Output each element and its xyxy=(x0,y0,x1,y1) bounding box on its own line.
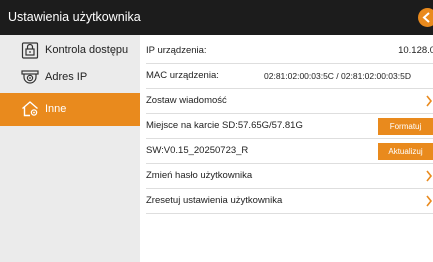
format-button[interactable]: Formatuj xyxy=(378,118,433,135)
sd-card-label: Miejsce na karcie SD:57.65G/57.81G xyxy=(146,120,303,131)
sidebar-item-label: Adres IP xyxy=(45,71,88,83)
camera-icon xyxy=(21,70,39,84)
device-mac-label: MAC urządzenia: xyxy=(146,70,219,81)
leave-message-label: Zostaw wiadomość xyxy=(146,95,227,106)
change-password-label: Zmień hasło użytkownika xyxy=(146,170,253,181)
reset-settings-label: Zresetuj ustawienia użytkownika xyxy=(146,195,283,206)
device-ip-row: IP urządzenia: 10.128.0.1 xyxy=(146,39,433,64)
leave-message-row[interactable]: Zostaw wiadomość xyxy=(146,89,433,114)
reset-settings-row[interactable]: Zresetuj ustawienia użytkownika xyxy=(146,189,433,214)
chevron-right-icon xyxy=(426,95,433,107)
sidebar-item-ip-address[interactable]: Adres IP xyxy=(0,64,140,91)
device-mac-row: MAC urządzenia: 02:81:02:00:03:5C / 02:8… xyxy=(146,64,433,89)
back-button[interactable] xyxy=(418,8,433,27)
update-button[interactable]: Aktualizuj xyxy=(378,143,433,160)
change-password-row[interactable]: Zmień hasło użytkownika xyxy=(146,164,433,189)
home-settings-icon xyxy=(22,101,38,117)
chevron-right-icon xyxy=(426,170,433,182)
page-title: Ustawienia użytkownika xyxy=(8,10,141,24)
sidebar-item-other[interactable]: Inne xyxy=(0,93,140,126)
access-control-icon xyxy=(21,42,39,59)
sidebar-item-label: Kontrola dostępu xyxy=(45,44,129,56)
sd-card-row: Miejsce na karcie SD:57.65G/57.81G Forma… xyxy=(146,114,433,139)
sidebar-item-label: Inne xyxy=(45,103,67,115)
back-arrow-icon xyxy=(422,12,430,23)
sidebar: Kontrola dostępu Adres IP Inne xyxy=(0,35,140,262)
device-ip-value: 10.128.0.1 xyxy=(398,45,433,56)
device-ip-label: IP urządzenia: xyxy=(146,45,207,56)
device-mac-value: 02:81:02:00:03:5C / 02:81:02:00:03:5D xyxy=(264,71,411,81)
title-bar: Ustawienia użytkownika xyxy=(0,0,433,35)
sidebar-item-access-control[interactable]: Kontrola dostępu xyxy=(0,37,140,64)
software-version-row: SW:V0.15_20250723_R Aktualizuj xyxy=(146,139,433,164)
software-version-label: SW:V0.15_20250723_R xyxy=(146,145,249,156)
settings-panel: IP urządzenia: 10.128.0.1 MAC urządzenia… xyxy=(140,35,433,262)
chevron-right-icon xyxy=(426,195,433,207)
